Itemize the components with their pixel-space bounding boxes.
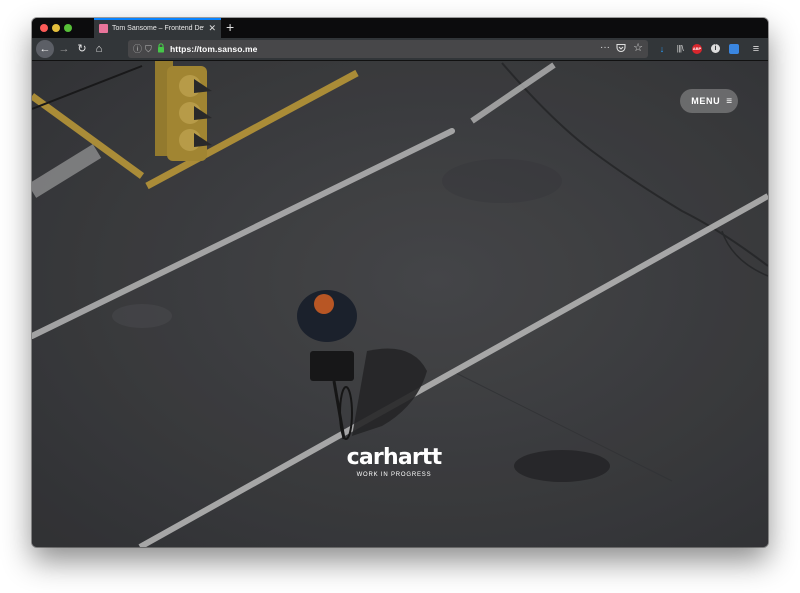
downloads-icon[interactable]: ↓ bbox=[656, 42, 668, 56]
adblock-plus-icon[interactable]: ABP bbox=[692, 44, 702, 54]
menu-button-label: MENU bbox=[691, 96, 721, 106]
brand-name: carhartt bbox=[346, 445, 443, 470]
address-bar[interactable]: ⓘ ⛉ https://tom.sanso.me ··· ☆ bbox=[128, 40, 648, 58]
site-info-icon[interactable]: ⓘ bbox=[133, 42, 142, 56]
navigation-toolbar: ← → ↻ ⌂ ⓘ ⛉ https://tom.sanso.me ··· ☆ ↓… bbox=[32, 38, 768, 61]
home-button[interactable]: ⌂ bbox=[91, 40, 107, 58]
tab-title: Tom Sansome – Frontend Developer bbox=[112, 25, 204, 32]
hamburger-icon: ≡ bbox=[726, 96, 733, 107]
new-tab-button[interactable]: + bbox=[226, 19, 234, 35]
lock-icon[interactable] bbox=[157, 43, 165, 53]
page-actions-icon[interactable]: ··· bbox=[600, 41, 610, 55]
library-icon[interactable]: |||\ bbox=[673, 42, 687, 56]
site-favicon-icon bbox=[99, 24, 108, 33]
menu-button[interactable]: MENU ≡ bbox=[680, 89, 738, 113]
bookmark-star-icon[interactable]: ☆ bbox=[633, 41, 643, 55]
window-minimize-button[interactable] bbox=[52, 24, 60, 32]
forward-button[interactable]: → bbox=[56, 40, 72, 58]
hamburger-menu-icon[interactable]: ≡ bbox=[750, 42, 762, 56]
window-maximize-button[interactable] bbox=[64, 24, 72, 32]
reload-button[interactable]: ↻ bbox=[74, 40, 90, 58]
window-close-button[interactable] bbox=[40, 24, 48, 32]
back-button[interactable]: ← bbox=[36, 40, 54, 58]
browser-window: Tom Sansome – Frontend Developer ✕ + ← →… bbox=[32, 18, 768, 547]
url-text[interactable]: https://tom.sanso.me bbox=[170, 43, 257, 55]
extension-info-icon[interactable]: i bbox=[711, 44, 720, 53]
tab-strip: Tom Sansome – Frontend Developer ✕ + bbox=[32, 18, 768, 38]
tracking-shield-icon[interactable]: ⛉ bbox=[145, 42, 152, 56]
page-viewport: MENU ≡ carhartt WORK IN PROGRESS bbox=[32, 61, 768, 547]
pocket-icon[interactable] bbox=[616, 43, 626, 53]
brand-logo: carhartt WORK IN PROGRESS bbox=[319, 447, 469, 479]
brand-tagline: WORK IN PROGRESS bbox=[356, 472, 432, 478]
tab-close-icon[interactable]: ✕ bbox=[208, 23, 216, 34]
extension-icon[interactable] bbox=[729, 44, 739, 54]
browser-tab-active[interactable]: Tom Sansome – Frontend Developer ✕ bbox=[94, 18, 221, 38]
